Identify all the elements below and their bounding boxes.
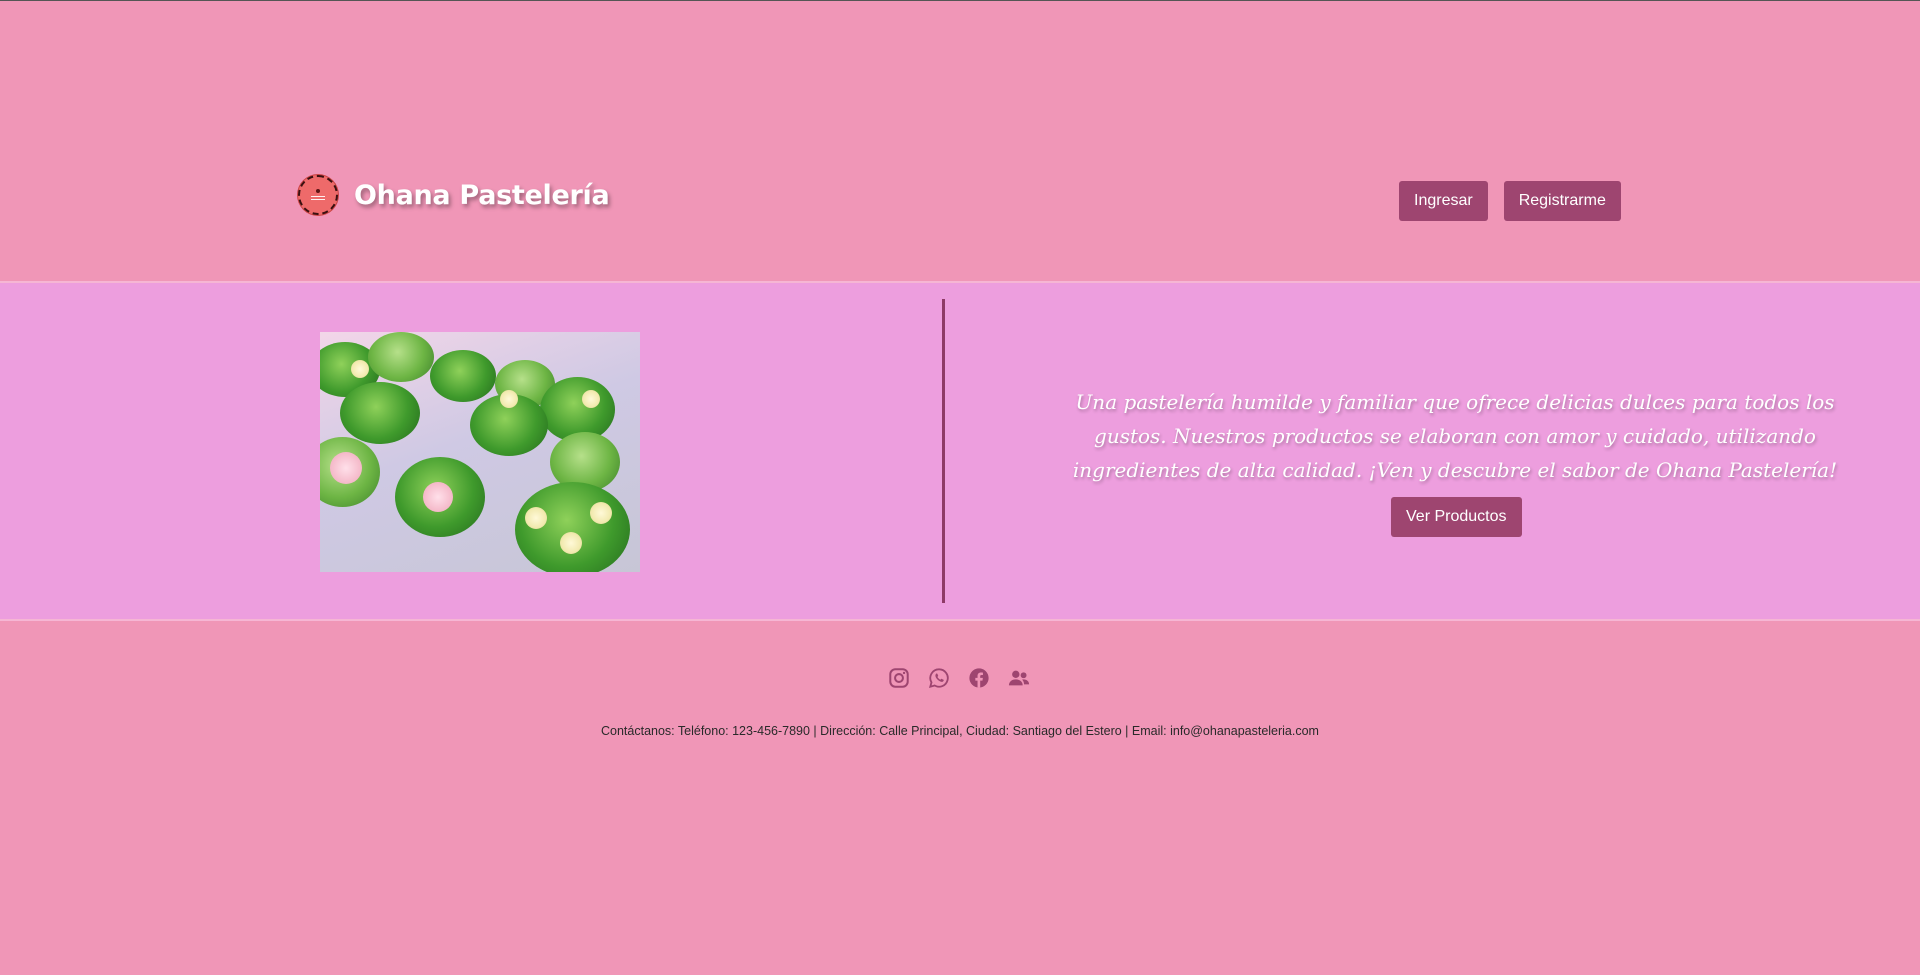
hero-description: Una pastelería humilde y familiar que of… [1072, 390, 1838, 482]
view-products-button[interactable]: Ver Productos [1391, 497, 1522, 537]
contact-info: Contáctanos: Teléfono: 123-456-7890 | Di… [601, 723, 1319, 738]
brand[interactable]: Ohana Pastelería [298, 175, 610, 215]
social-links [888, 667, 1030, 689]
brand-name: Ohana Pastelería [354, 179, 610, 211]
hero-divider [942, 299, 945, 603]
cake-logo-icon [298, 175, 338, 215]
auth-nav: Ingresar Registrarme [1399, 181, 1621, 221]
site-footer: Contáctanos: Teléfono: 123-456-7890 | Di… [0, 621, 1920, 975]
site-header: Ohana Pastelería Ingresar Registrarme [0, 1, 1920, 281]
whatsapp-icon[interactable] [928, 667, 950, 689]
page: Ohana Pastelería Ingresar Registrarme Un… [0, 0, 1920, 975]
users-icon[interactable] [1008, 667, 1030, 689]
hero-section: Una pastelería humilde y familiar que of… [0, 281, 1920, 621]
instagram-icon[interactable] [888, 667, 910, 689]
cupcakes-image [320, 332, 640, 572]
login-button[interactable]: Ingresar [1399, 181, 1488, 221]
register-button[interactable]: Registrarme [1503, 181, 1621, 221]
facebook-icon[interactable] [968, 667, 990, 689]
